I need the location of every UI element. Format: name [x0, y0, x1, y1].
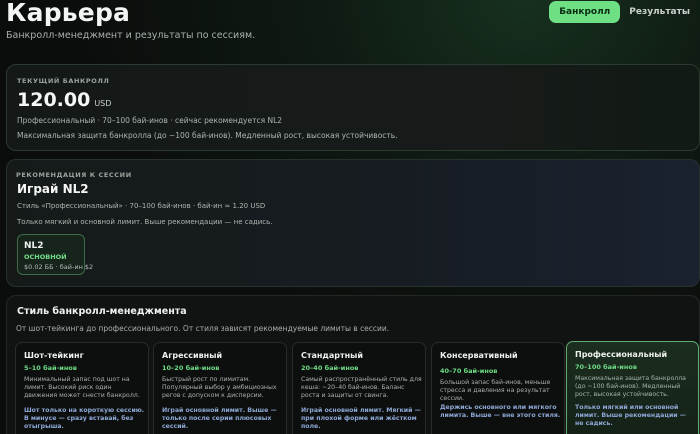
style-option-text: Быстрый рост по лимитам. Популярный выбо…	[162, 376, 277, 400]
page-subtitle: Банкролл-менеджмент и результаты по сесс…	[6, 30, 256, 41]
style-option-range: 40–70 бай-инов	[440, 367, 498, 375]
limit-blinds: $0.02 ББ · бай-ин $2	[24, 263, 94, 271]
style-option-conservative[interactable]: Консервативный 40–70 бай-инов Большой за…	[431, 342, 565, 434]
style-option-advice: Играй основной лимит. Выше — только посл…	[162, 407, 277, 431]
style-option-text: Большой запас бай-инов, меньше стресса и…	[440, 379, 551, 403]
style-option-professional[interactable]: Профессиональный 70–100 бай-инов Максима…	[566, 341, 699, 434]
bankroll-style-description: Максимальная защита банкролла (до ~100 б…	[17, 131, 398, 140]
recommendation-heading: Играй NL2	[17, 182, 89, 196]
style-option-name: Стандартный	[301, 351, 364, 360]
style-option-text: Максимальная защита банкролла (до ~100 б…	[575, 375, 686, 399]
bankroll-amount: 120.00	[17, 89, 91, 111]
style-option-advice: Держись основного или мягкого лимита. Вы…	[440, 404, 561, 420]
style-option-name: Консервативный	[440, 351, 518, 360]
session-recommendation-card: Рекомендация к сессии Играй NL2 Стиль «П…	[6, 159, 700, 287]
recommendation-summary: Стиль «Профессиональный» · 70–100 бай-ин…	[17, 202, 266, 210]
style-option-range: 70–100 бай-инов	[575, 363, 637, 371]
style-option-advice: Играй основной лимит. Мягкий — при плохо…	[301, 407, 421, 431]
recommendation-eyebrow: Рекомендация к сессии	[16, 171, 132, 179]
style-option-range: 5–10 бай-инов	[24, 364, 77, 372]
bankroll-style-card: Стиль банкролл-менеджмента От шот-тейкин…	[6, 295, 700, 434]
style-section-title: Стиль банкролл-менеджмента	[17, 306, 187, 317]
tab-results[interactable]: Результаты	[620, 1, 700, 23]
style-option-text: Самый распространённый стиль для кеша: ~…	[301, 376, 422, 400]
limit-name: NL2	[24, 241, 44, 251]
style-section-description: От шот-тейкинга до профессионального. От…	[16, 324, 390, 333]
tab-bar: Банкролл Результаты	[549, 1, 700, 23]
bankroll-eyebrow: Текущий банкролл	[17, 77, 110, 85]
limit-chip-nl2[interactable]: NL2 ОСНОВНОЙ $0.02 ББ · бай-ин $2	[17, 234, 93, 275]
current-bankroll-card: Текущий банкролл 120.00 USD Профессиональ…	[6, 64, 700, 151]
style-option-name: Профессиональный	[575, 350, 668, 359]
bankroll-currency: USD	[94, 99, 112, 108]
limit-tag: ОСНОВНОЙ	[24, 253, 67, 261]
style-option-range: 20–40 бай-инов	[301, 364, 359, 372]
page-header: Карьера Банкролл-менеджмент и результаты…	[6, 0, 700, 46]
style-option-text: Минимальный запас под шот на лимит. Высо…	[24, 376, 140, 400]
style-option-shot-taking[interactable]: Шот-тейкинг 5–10 бай-инов Минимальный за…	[15, 342, 149, 434]
style-option-name: Агрессивный	[162, 351, 223, 360]
style-option-standard[interactable]: Стандартный 20–40 бай-инов Самый распрос…	[292, 342, 426, 434]
recommendation-note: Только мягкий и основной лимит. Выше рек…	[17, 218, 273, 226]
tab-bankroll[interactable]: Банкролл	[549, 1, 621, 23]
page-title: Карьера	[6, 0, 131, 27]
style-option-advice: Шот только на короткую сессию. В минусе …	[24, 407, 145, 431]
style-option-aggressive[interactable]: Агрессивный 10–20 бай-инов Быстрый рост …	[153, 342, 287, 434]
bankroll-amount-row: 120.00 USD	[17, 89, 111, 111]
style-option-range: 10–20 бай-инов	[162, 364, 220, 372]
style-option-advice: Только мягкий или основной лимит. Выше р…	[575, 404, 686, 428]
style-option-name: Шот-тейкинг	[24, 351, 84, 360]
bankroll-style-summary: Профессиональный · 70–100 бай-инов · сей…	[17, 116, 283, 125]
